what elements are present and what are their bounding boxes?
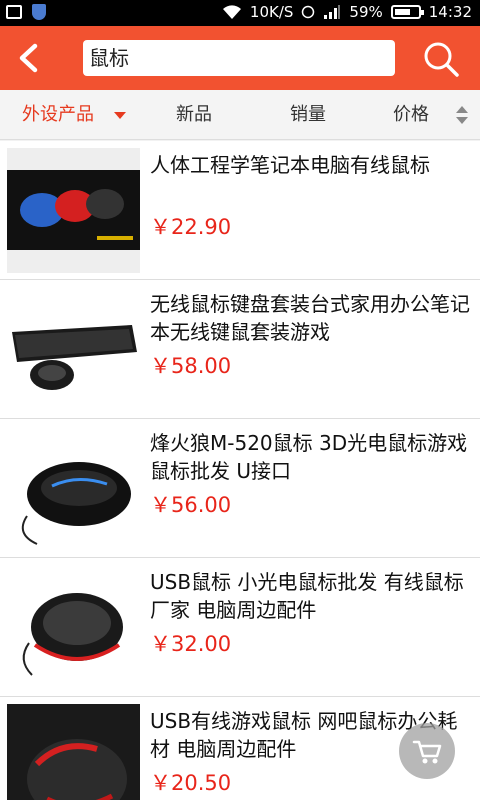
product-price: ￥56.00 (150, 493, 232, 517)
screenshot-icon (6, 5, 22, 19)
tab-new[interactable]: 新品 (176, 90, 212, 140)
product-item[interactable]: 烽火狼M-520鼠标 3D光电鼠标游戏鼠标批发 U接口 ￥56.00 (0, 419, 480, 558)
search-input[interactable]: 鼠标 (83, 40, 395, 76)
signal-icon (324, 5, 341, 19)
status-bar: 10K/S 59% 14:32 (0, 0, 480, 26)
product-price: ￥20.50 (150, 771, 232, 795)
chevron-left-icon (19, 43, 38, 73)
search-icon (424, 42, 459, 77)
product-title: 无线鼠标键盘套装台式家用办公笔记本无线键鼠套装游戏 (150, 292, 470, 344)
sort-icon[interactable] (456, 106, 468, 126)
app-header: 鼠标 (0, 26, 480, 90)
back-button[interactable] (10, 38, 50, 78)
cart-icon (412, 740, 442, 764)
product-title: 烽火狼M-520鼠标 3D光电鼠标游戏鼠标批发 U接口 (150, 431, 468, 483)
battery-percent: 59% (349, 3, 383, 21)
network-speed: 10K/S (249, 3, 294, 21)
product-image (7, 704, 140, 800)
product-title: USB鼠标 小光电鼠标批发 有线鼠标厂家 电脑周边配件 (150, 570, 464, 622)
shield-icon (32, 4, 46, 20)
alarm-icon (302, 5, 315, 19)
product-title: 人体工程学笔记本电脑有线鼠标 (150, 153, 430, 177)
tab-sales[interactable]: 销量 (290, 90, 326, 140)
battery-icon (390, 5, 424, 19)
tab-price[interactable]: 价格 (393, 90, 429, 140)
product-image (7, 565, 140, 690)
product-price: ￥32.00 (150, 632, 232, 656)
search-button[interactable] (420, 38, 462, 80)
product-list: 人体工程学笔记本电脑有线鼠标 ￥22.90 无线鼠标键盘套装台式家用办公笔记本无… (0, 141, 480, 800)
cart-button[interactable] (399, 723, 455, 779)
dropdown-arrow-icon (114, 112, 126, 119)
product-price: ￥22.90 (150, 215, 232, 239)
product-image (7, 148, 140, 273)
clock: 14:32 (428, 3, 472, 21)
product-item[interactable]: USB鼠标 小光电鼠标批发 有线鼠标厂家 电脑周边配件 ￥32.00 (0, 558, 480, 697)
product-item[interactable]: 无线鼠标键盘套装台式家用办公笔记本无线键鼠套装游戏 ￥58.00 (0, 280, 480, 419)
product-image (7, 426, 140, 551)
product-image (7, 287, 140, 412)
product-item[interactable]: 人体工程学笔记本电脑有线鼠标 ￥22.90 (0, 141, 480, 280)
tab-category[interactable]: 外设产品 (22, 90, 94, 140)
wifi-icon (222, 5, 241, 19)
product-price: ￥58.00 (150, 354, 232, 378)
filter-bar: 外设产品 新品 销量 价格 (0, 90, 480, 140)
